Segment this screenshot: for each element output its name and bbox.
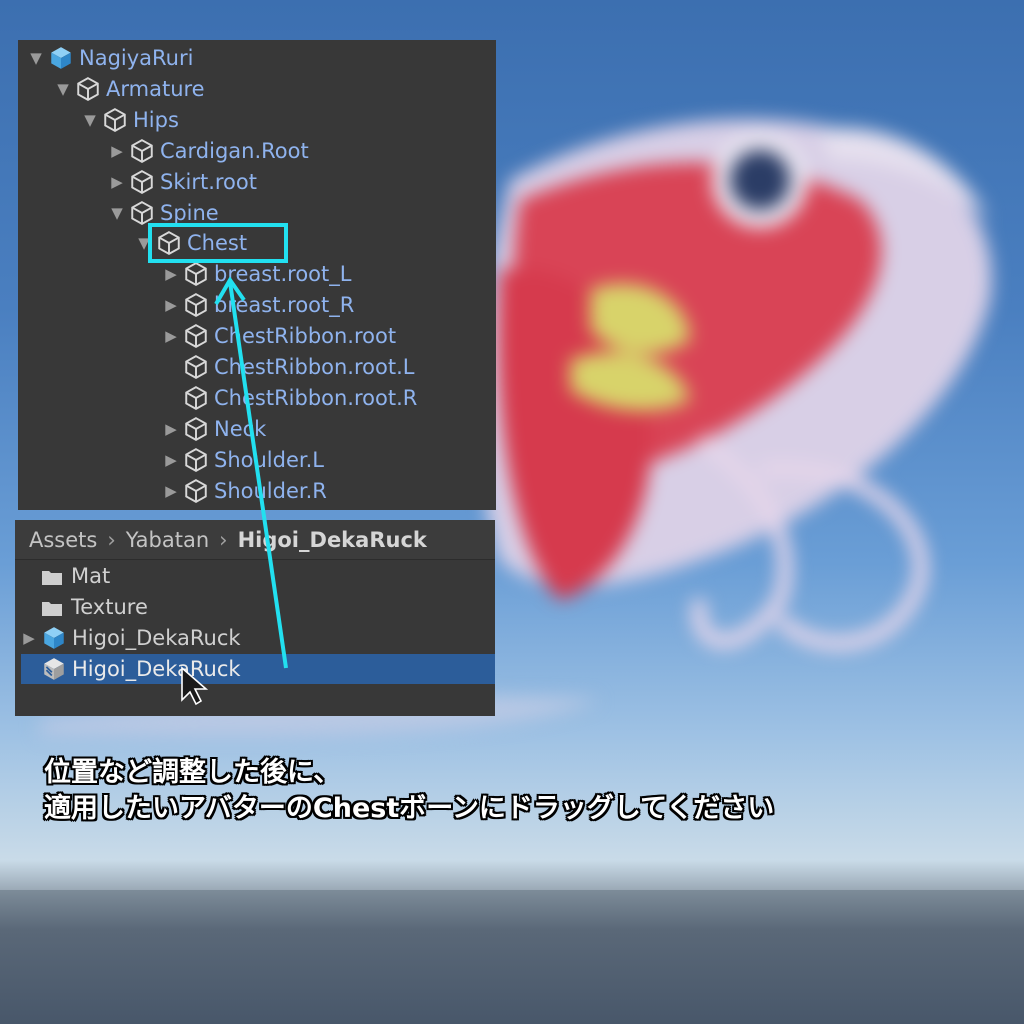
caption-line-1: 位置など調整した後に、: [44, 757, 341, 788]
caption-line-2: 適用したいアバターのChestボーンにドラッグしてください: [44, 793, 775, 824]
drag-arrow-line: [228, 281, 288, 669]
mouse-cursor-icon: [181, 666, 209, 706]
instruction-caption: 位置など調整した後に、 適用したいアバターのChestボーンにドラッグしてくださ…: [44, 755, 774, 827]
drag-arrow: [181, 276, 288, 706]
